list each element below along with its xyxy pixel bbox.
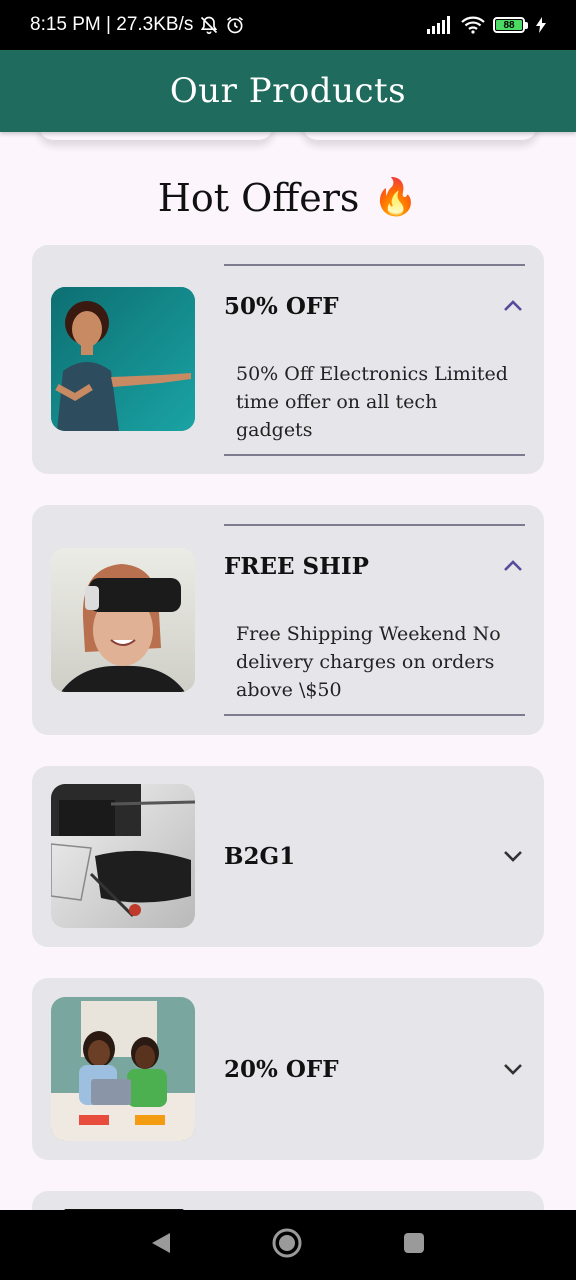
- chevron-down-icon[interactable]: [501, 1057, 525, 1081]
- offer-description: Free Shipping Weekend No delivery charge…: [236, 623, 501, 701]
- divider-bottom: [224, 454, 525, 456]
- offer-title: 50% OFF: [224, 292, 339, 320]
- back-icon[interactable]: [150, 1231, 172, 1259]
- home-icon[interactable]: [271, 1227, 303, 1263]
- navigation-bar: [0, 1210, 576, 1280]
- app-bar: Our Products: [0, 50, 576, 132]
- content-scroll[interactable]: Hot Offers 🔥 50% OFF 50% Off Electronics…: [0, 132, 576, 1210]
- offer-card-b2g1[interactable]: B2G1: [32, 766, 544, 947]
- divider-bottom: [224, 714, 525, 716]
- offer-image: [51, 784, 195, 928]
- offer-image: [51, 548, 195, 692]
- alarm-icon: [225, 15, 245, 35]
- section-title: Hot Offers 🔥: [0, 176, 576, 220]
- offer-title: B2G1: [224, 842, 296, 870]
- section-title-label: Hot Offers: [157, 176, 360, 220]
- mute-icon: [199, 15, 219, 35]
- status-time: 8:15 PM | 27.3KB/s: [30, 14, 194, 35]
- offer-card-partial[interactable]: [32, 1191, 544, 1210]
- status-bar: 8:15 PM | 27.3KB/s 88: [0, 0, 576, 50]
- offer-card-20-off[interactable]: 20% OFF: [32, 978, 544, 1160]
- offer-title: 20% OFF: [224, 1055, 339, 1083]
- recents-icon[interactable]: [402, 1231, 426, 1259]
- app-title: Our Products: [169, 71, 407, 111]
- offer-description: 50% Off Electronics Limited time offer o…: [236, 363, 508, 441]
- chevron-up-icon[interactable]: [501, 294, 525, 318]
- signal-icon: [427, 16, 453, 34]
- battery-icon: 88: [493, 17, 528, 33]
- offer-card-50-off[interactable]: 50% OFF 50% Off Electronics Limited time…: [32, 245, 544, 474]
- product-card[interactable]: [302, 132, 538, 140]
- wifi-icon: [461, 16, 485, 34]
- offer-title: FREE SHIP: [224, 552, 369, 580]
- chevron-up-icon[interactable]: [501, 554, 525, 578]
- fire-icon: 🔥: [373, 177, 419, 218]
- product-card[interactable]: [38, 132, 274, 140]
- offer-image: [51, 287, 195, 431]
- chevron-down-icon[interactable]: [501, 844, 525, 868]
- offer-image: [51, 997, 195, 1141]
- offer-card-free-ship[interactable]: FREE SHIP Free Shipping Weekend No deliv…: [32, 505, 544, 735]
- charging-icon: [536, 17, 546, 33]
